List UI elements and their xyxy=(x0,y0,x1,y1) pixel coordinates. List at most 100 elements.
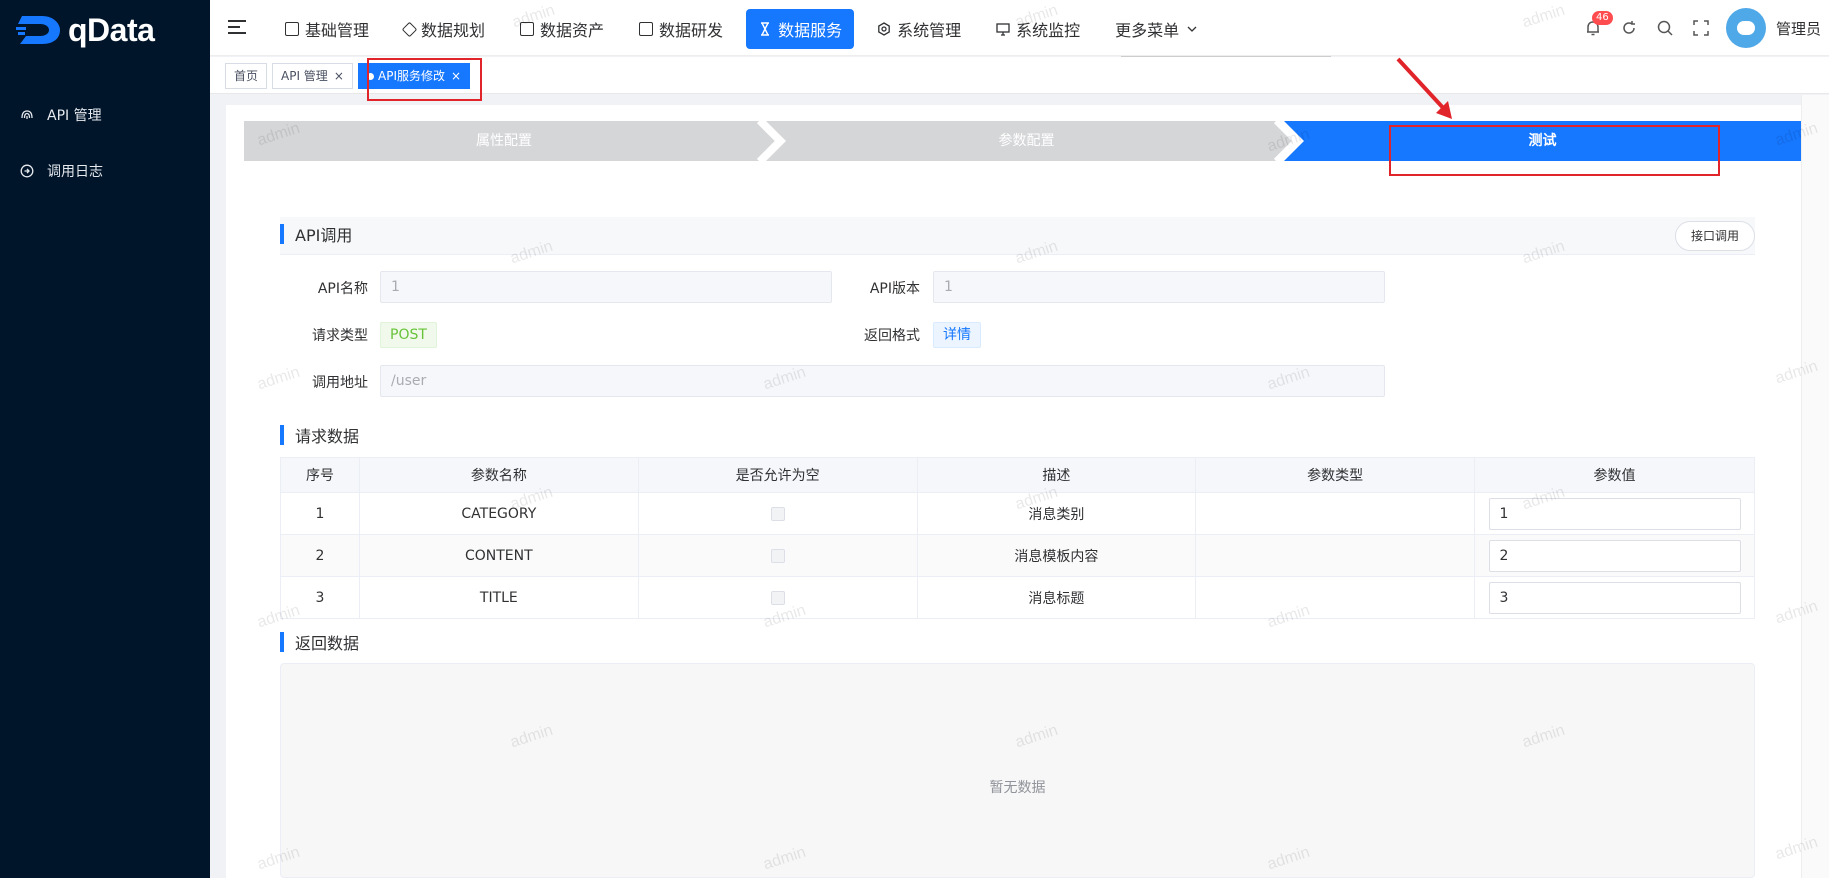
cell-param-name: CATEGORY xyxy=(358,492,639,535)
avatar[interactable] xyxy=(1725,8,1766,48)
main-content: 属性配置 参数配置 测试 接口调用 API调用 API名称 1 API版本 1 … xyxy=(226,105,1829,878)
request-type-label: 请求类型 xyxy=(312,328,368,344)
param-value-input[interactable]: 1 xyxy=(1488,497,1741,530)
section-title-return-data: 返回数据 xyxy=(280,630,359,654)
step-param-config[interactable]: 参数配置 xyxy=(769,121,1284,161)
api-call-header: 接口调用 xyxy=(280,217,1755,255)
nav-item-more[interactable]: 更多菜单 xyxy=(1103,9,1210,49)
sidebar-item-label: API 管理 xyxy=(47,108,102,124)
fingerprint-icon xyxy=(21,110,33,119)
col-param-name: 参数名称 xyxy=(358,457,639,493)
menu-toggle-icon[interactable] xyxy=(228,20,246,36)
return-format-tag: 详情 xyxy=(933,322,981,348)
cell-index: 1 xyxy=(280,492,360,535)
cell-nullable xyxy=(637,534,918,577)
nav-item-dev[interactable]: 数据研发 xyxy=(627,9,735,49)
window-icon xyxy=(639,22,654,36)
cell-param-type xyxy=(1195,534,1475,577)
param-value-input[interactable]: 3 xyxy=(1488,581,1741,614)
top-nav: 基础管理 数据规划 数据资产 数据研发 数据服务 系统管理 系统监控 更多菜单 xyxy=(273,9,1221,49)
call-api-button[interactable]: 接口调用 xyxy=(1674,221,1755,251)
highlight-box-step xyxy=(1389,125,1720,176)
cell-desc: 消息模板内容 xyxy=(916,534,1197,577)
cell-param-type xyxy=(1195,576,1475,619)
call-url-label: 调用地址 xyxy=(312,375,368,391)
refresh-shape xyxy=(1623,21,1635,34)
section-title-api-call: API调用 xyxy=(280,222,352,246)
cell-param-value: 3 xyxy=(1474,576,1755,619)
cell-param-name: TITLE xyxy=(358,576,639,619)
table-row: 3 TITLE 消息标题 3 xyxy=(280,576,1755,619)
table-row: 2 CONTENT 消息模板内容 2 xyxy=(280,534,1755,577)
search-icon[interactable] xyxy=(1654,17,1676,39)
param-value-input[interactable]: 2 xyxy=(1488,539,1741,572)
close-icon[interactable]: × xyxy=(334,69,344,83)
scrollbar[interactable] xyxy=(1801,95,1829,878)
annotation-arrow-icon xyxy=(1396,57,1452,119)
building-icon xyxy=(285,22,299,36)
search-shape xyxy=(1657,20,1673,36)
api-name-label: API名称 xyxy=(317,281,368,297)
cell-index: 2 xyxy=(280,534,360,577)
nav-item-basic[interactable]: 基础管理 xyxy=(273,9,381,49)
nav-item-system[interactable]: 系统管理 xyxy=(865,9,973,49)
fullscreen-shape xyxy=(1693,20,1709,36)
logo-mark-icon xyxy=(16,16,60,44)
request-type-tag: POST xyxy=(380,322,437,348)
highlight-box-tag xyxy=(367,58,482,101)
nav-item-monitor[interactable]: 系统监控 xyxy=(984,9,1092,49)
col-param-type: 参数类型 xyxy=(1195,457,1475,493)
nav-item-assets[interactable]: 数据资产 xyxy=(508,9,616,49)
chart-doc-icon xyxy=(520,22,535,36)
api-name-input[interactable]: 1 xyxy=(380,271,832,303)
refresh-icon[interactable] xyxy=(1618,17,1640,39)
sidebar-item-call-log[interactable]: 调用日志 xyxy=(0,143,210,199)
cell-desc: 消息类别 xyxy=(916,492,1197,535)
cell-param-name: CONTENT xyxy=(358,534,639,577)
header-actions: 46 管理员 xyxy=(1582,0,1829,56)
notification-badge: 46 xyxy=(1591,11,1613,25)
api-version-input[interactable]: 1 xyxy=(933,271,1385,303)
layers-icon xyxy=(401,21,418,37)
return-data-box: 暂无数据 xyxy=(280,663,1755,878)
cell-nullable xyxy=(637,492,918,535)
nullable-checkbox[interactable] xyxy=(770,506,785,521)
logo-text: qData xyxy=(68,11,155,48)
nullable-checkbox[interactable] xyxy=(770,548,785,563)
section-title-request-data: 请求数据 xyxy=(280,423,359,447)
hexagon-gear-icon xyxy=(878,22,890,36)
col-desc: 描述 xyxy=(916,457,1197,493)
cell-index: 3 xyxy=(280,576,360,619)
nav-item-service[interactable]: 数据服务 xyxy=(746,9,855,49)
sidebar: qData API 管理 调用日志 xyxy=(0,0,210,878)
circle-arrow-icon xyxy=(20,164,34,178)
monitor-icon xyxy=(996,23,1010,36)
call-url-input[interactable]: /user xyxy=(380,365,1385,397)
cell-param-value: 2 xyxy=(1474,534,1755,577)
sidebar-item-label: 调用日志 xyxy=(47,164,103,180)
sidebar-item-api-manage[interactable]: API 管理 xyxy=(0,87,210,143)
fullscreen-icon[interactable] xyxy=(1690,17,1712,39)
top-header: 基础管理 数据规划 数据资产 数据研发 数据服务 系统管理 系统监控 更多菜单 … xyxy=(210,0,1829,56)
step-attribute-config[interactable]: 属性配置 xyxy=(244,121,764,161)
logo[interactable]: qData xyxy=(0,0,210,60)
cell-param-type xyxy=(1195,492,1475,535)
api-version-label: API版本 xyxy=(869,281,920,297)
nav-item-planning[interactable]: 数据规划 xyxy=(392,9,497,49)
return-format-label: 返回格式 xyxy=(864,328,920,344)
table-row: 1 CATEGORY 消息类别 1 xyxy=(280,492,1755,535)
user-name[interactable]: 管理员 xyxy=(1776,18,1821,39)
tag-home[interactable]: 首页 xyxy=(225,63,268,89)
table-header-row: 序号 参数名称 是否允许为空 描述 参数类型 参数值 xyxy=(280,457,1755,493)
empty-text: 暂无数据 xyxy=(989,780,1046,796)
cell-param-value: 1 xyxy=(1474,492,1755,535)
bell-icon[interactable]: 46 xyxy=(1582,11,1613,39)
col-param-value: 参数值 xyxy=(1474,457,1755,493)
chevron-down-icon xyxy=(1187,26,1197,32)
tag-api-manage[interactable]: API 管理 × xyxy=(272,63,353,89)
nullable-checkbox[interactable] xyxy=(770,590,785,605)
cell-desc: 消息标题 xyxy=(916,576,1197,619)
hourglass-icon xyxy=(761,22,770,36)
col-nullable: 是否允许为空 xyxy=(637,457,918,493)
col-index: 序号 xyxy=(280,457,360,493)
